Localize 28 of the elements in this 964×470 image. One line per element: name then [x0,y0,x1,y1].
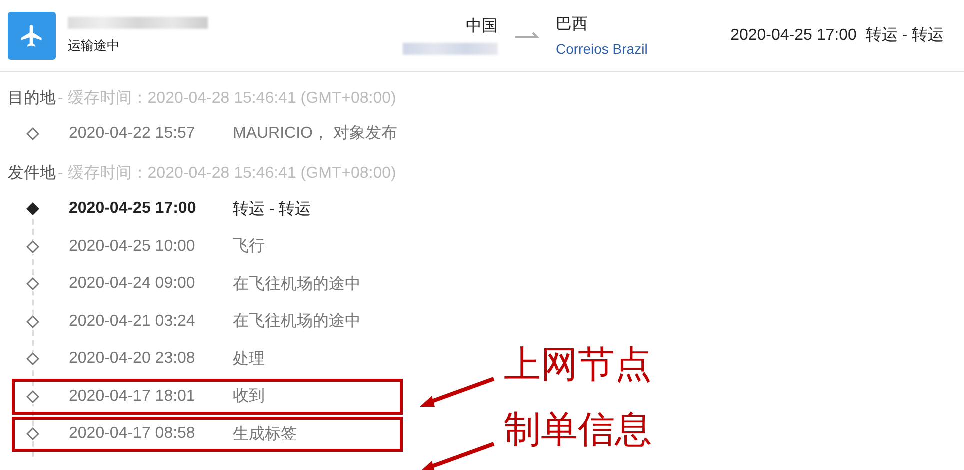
annotation-label: 制单信息 [504,408,652,452]
event-time: 2020-04-25 17:00 [69,200,198,218]
event-time: 2020-04-25 10:00 [69,238,196,256]
event-time: 2020-04-21 03:24 [69,312,196,331]
section-title: 发件地 [8,164,56,184]
event-time: 2020-04-20 23:08 [69,350,196,368]
annotation-label: 上网节点 [504,343,652,387]
event-time: 2020-04-22 15:57 [69,124,196,143]
event-description: 飞行 [233,237,265,258]
origin-country: 中国 [466,16,498,37]
event-description: 生成标签 [233,424,297,445]
event-description: 收到 [233,387,265,408]
event-time: 2020-04-17 18:01 [69,388,196,406]
event-description: 在飞往机场的途中 [233,274,361,295]
carrier-link[interactable]: Correios Brazil [556,41,648,57]
event-description: MAURICIO， 对象发布 [233,124,398,144]
event-time: 2020-04-17 08:58 [69,425,196,444]
cache-time: - 缓存时间：2020-04-28 15:46:41 (GMT+08:00) [58,164,396,184]
event-description: 转运 - 转运 [233,200,312,220]
airplane-icon [8,12,56,60]
section-title: 目的地 [8,88,56,108]
event-time: 2020-04-24 09:00 [69,275,196,294]
event-description: 处理 [233,350,265,370]
latest-event: 2020-04-25 17:00 转运 - 转运 [730,26,944,46]
cache-time: - 缓存时间：2020-04-28 15:46:41 (GMT+08:00) [58,88,396,108]
event-description: 在飞往机场的途中 [233,312,361,332]
status-text: 运输途中 [68,36,121,54]
destination-country: 巴西 [556,15,589,35]
